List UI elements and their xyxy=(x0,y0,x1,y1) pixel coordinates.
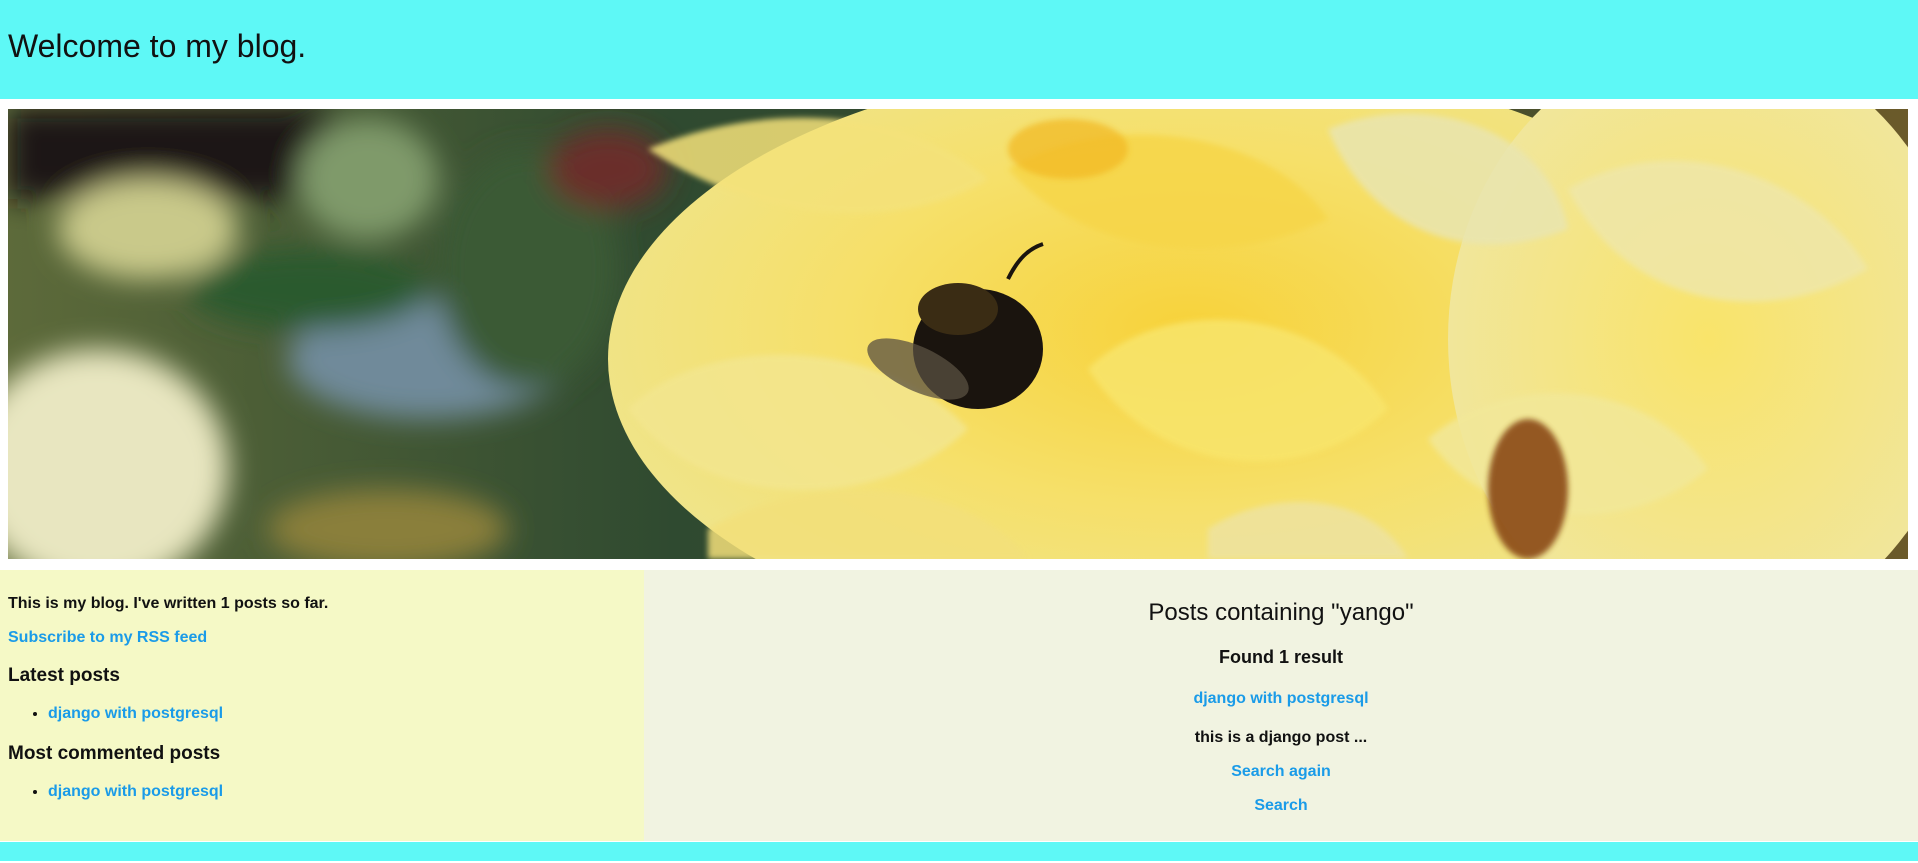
rss-feed-link[interactable]: Subscribe to my RSS feed xyxy=(8,629,207,647)
latest-posts-heading: Latest posts xyxy=(8,665,120,686)
result-title-link[interactable]: django with postgresql xyxy=(1193,690,1368,707)
search-row: Search xyxy=(644,797,1918,815)
result-excerpt: this is a django post ... xyxy=(1194,729,1368,746)
blog-intro: This is my blog. I've written 1 posts so… xyxy=(8,595,329,612)
search-again-link[interactable]: Search again xyxy=(1231,763,1331,780)
most-commented-post-link[interactable]: django with postgresql xyxy=(48,783,223,800)
results-title: Posts containing "yango" xyxy=(1148,599,1414,626)
site-footer xyxy=(0,842,1918,861)
bee-on-rose-photo xyxy=(8,109,1908,559)
search-results: Posts containing "yango" Found 1 result … xyxy=(644,570,1918,841)
results-count: Found 1 result xyxy=(1218,647,1343,667)
latest-posts-list: django with postgresql xyxy=(0,705,223,723)
sidebar: This is my blog. I've written 1 posts so… xyxy=(0,570,644,841)
search-again-row: Search again xyxy=(644,763,1918,781)
result-item: django with postgresql xyxy=(644,690,1918,708)
site-header: Welcome to my blog. xyxy=(0,0,1918,99)
site-title: Welcome to my blog. xyxy=(8,28,307,64)
list-item: django with postgresql xyxy=(48,783,223,801)
list-item: django with postgresql xyxy=(48,705,223,723)
banner-image xyxy=(8,109,1908,559)
most-commented-list: django with postgresql xyxy=(0,783,223,801)
most-commented-heading: Most commented posts xyxy=(8,743,221,764)
latest-post-link[interactable]: django with postgresql xyxy=(48,705,223,722)
search-link[interactable]: Search xyxy=(1254,797,1307,814)
